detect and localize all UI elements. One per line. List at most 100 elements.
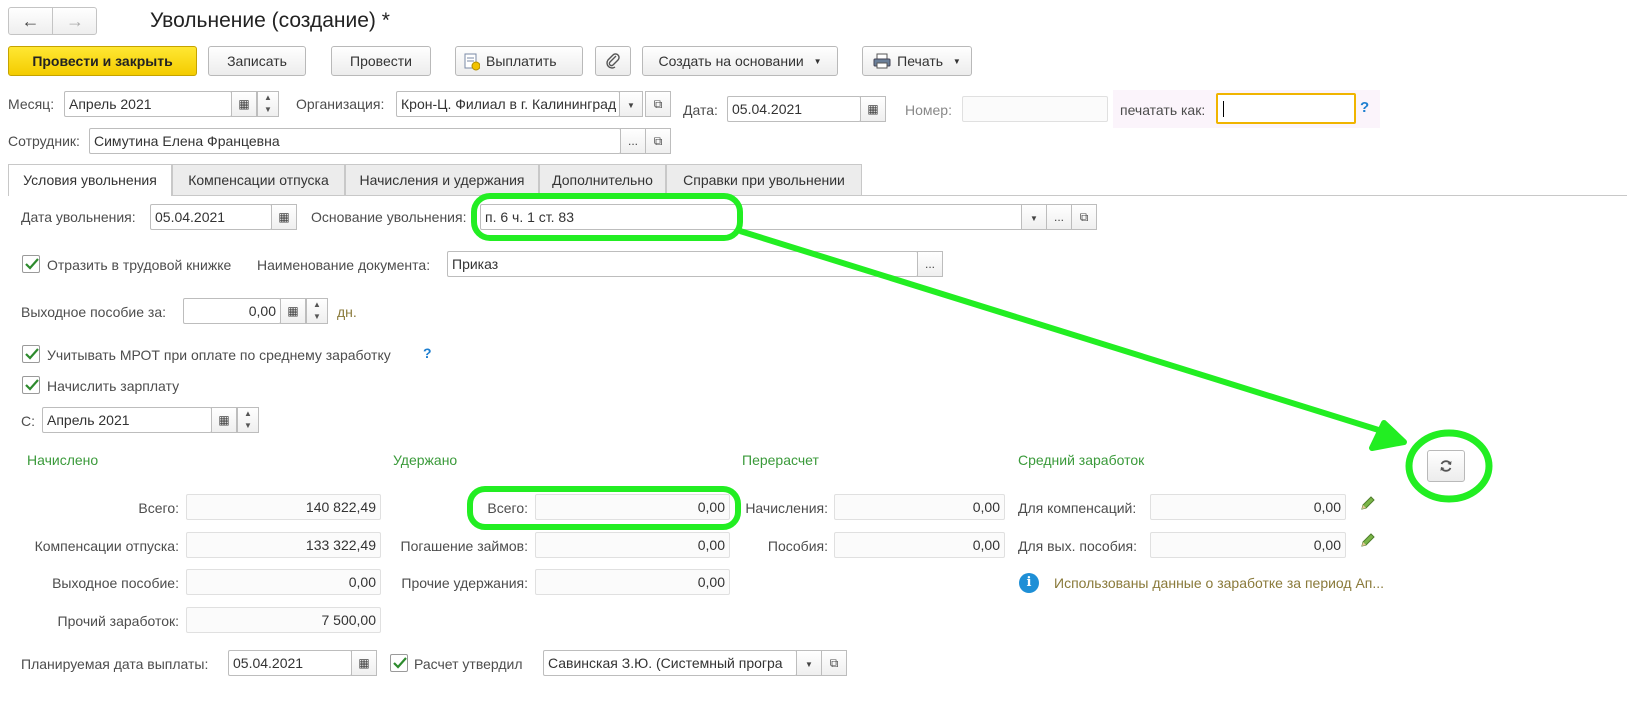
help-icon[interactable]: ? [423,345,432,361]
recalc-benefits-label: Пособия: [767,538,828,554]
print-as-label: печатать как: [1120,102,1206,118]
mrot-checkbox[interactable] [22,345,40,363]
spin-down-icon[interactable]: ▼ [238,420,258,432]
number-input[interactable] [962,96,1108,122]
accrued-vacation-comp-value: 133 322,49 [186,532,381,558]
dropdown-arrow-icon: ▼ [952,57,961,66]
tab-additional[interactable]: Дополнительно [539,164,666,195]
printer-icon [873,50,891,78]
pay-button-label: Выплатить [486,53,557,69]
spin-up-icon[interactable]: ▲ [238,408,258,420]
calculator-icon: ▦ [287,304,299,318]
organization-open-button[interactable]: ⧉ [645,91,671,117]
planned-date-label: Планируемая дата выплаты: [21,656,209,672]
dropdown-arrow-icon: ▼ [805,660,813,669]
month-input[interactable]: Апрель 2021 [64,91,232,117]
tab-dismissal-certificates[interactable]: Справки при увольнении [666,164,862,195]
accrued-vacation-comp-label: Компенсации отпуска: [34,538,179,554]
avg-earnings-info-link[interactable]: Использованы данные о заработке за перио… [1054,574,1384,592]
date-calendar-button[interactable]: ▦ [860,96,886,122]
reflect-in-workbook-checkbox[interactable] [22,255,40,273]
approved-by-dropdown-button[interactable]: ▼ [796,650,822,676]
from-spinner[interactable]: ▲ ▼ [237,407,259,433]
approved-by-checkbox[interactable] [390,654,408,672]
pencil-icon[interactable] [1359,494,1377,515]
tab-dismissal-conditions[interactable]: Условия увольнения [8,164,172,196]
open-window-icon: ⧉ [653,97,663,111]
month-calendar-button[interactable]: ▦ [231,91,257,117]
tab-accruals-deductions[interactable]: Начисления и удержания [345,164,539,195]
spin-down-icon[interactable]: ▼ [307,311,327,323]
planned-date-input[interactable]: 05.04.2021 [228,650,352,676]
tab-vacation-compensation[interactable]: Компенсации отпуска [172,164,345,195]
dropdown-arrow-icon: ▼ [627,101,635,110]
dismissal-date-label: Дата увольнения: [21,209,136,225]
help-icon[interactable]: ? [1360,99,1369,116]
accrued-section-title: Начислено [27,452,99,468]
severance-label: Выходное пособие за: [21,304,167,320]
print-button[interactable]: Печать ▼ [862,46,972,76]
withheld-loans-label: Погашение займов: [400,538,528,554]
approved-by-label: Расчет утвердил [414,656,523,672]
open-window-icon: ⧉ [653,134,663,148]
planned-date-calendar-button[interactable]: ▦ [351,650,377,676]
employee-open-button[interactable]: ⧉ [645,128,671,154]
severance-calc-button[interactable]: ▦ [280,298,306,324]
organization-dropdown-button[interactable]: ▼ [619,91,643,117]
create-based-on-button[interactable]: Создать на основании ▼ [642,46,838,76]
avg-earnings-section-title: Средний заработок [1018,452,1145,468]
dismissal-date-calendar-button[interactable]: ▦ [271,204,297,230]
accrue-salary-label: Начислить зарплату [47,378,180,394]
date-input[interactable]: 05.04.2021 [727,96,861,122]
withheld-loans-value: 0,00 [535,532,730,558]
dismissal-basis-select-button[interactable]: ... [1046,204,1072,230]
tab-strip-line [8,195,1627,196]
refresh-button[interactable] [1427,450,1465,482]
from-calendar-button[interactable]: ▦ [211,407,237,433]
severance-days-input[interactable]: 0,00 [183,298,281,324]
severance-spinner[interactable]: ▲ ▼ [306,298,328,324]
from-month-input[interactable]: Апрель 2021 [42,407,212,433]
accrue-salary-checkbox[interactable] [22,376,40,394]
checkmark-icon [393,657,407,669]
create-based-on-label: Создать на основании [658,53,804,69]
print-as-input[interactable] [1216,93,1356,124]
dropdown-arrow-icon: ▼ [1030,214,1038,223]
recalc-accruals-label: Начисления: [745,500,828,516]
employee-input[interactable]: Симутина Елена Францевна [89,128,621,154]
calendar-icon: ▦ [218,413,230,427]
document-name-input[interactable]: Приказ [447,251,918,277]
post-and-close-button[interactable]: Провести и закрыть [8,46,197,76]
dropdown-arrow-icon: ▼ [813,57,822,66]
dismissal-basis-input[interactable]: п. 6 ч. 1 ст. 83 [480,204,1047,230]
text-cursor [1223,101,1224,117]
post-button[interactable]: Провести [331,46,431,76]
paperclip-icon [605,50,621,78]
mrot-label: Учитывать МРОТ при оплате по среднему за… [47,347,391,363]
dismissal-date-input[interactable]: 05.04.2021 [150,204,272,230]
save-button[interactable]: Записать [208,46,306,76]
approved-by-open-button[interactable]: ⧉ [821,650,847,676]
approved-by-input[interactable]: Савинская З.Ю. (Системный програ [543,650,797,676]
spin-up-icon[interactable]: ▲ [307,299,327,311]
open-window-icon: ⧉ [1079,210,1089,224]
pay-button[interactable]: Выплатить [455,46,583,76]
attachment-button[interactable] [595,46,631,76]
dismissal-basis-open-button[interactable]: ⧉ [1071,204,1097,230]
organization-input[interactable]: Крон-Ц. Филиал в г. Калининград [396,91,620,117]
employee-select-button[interactable]: ... [620,128,646,154]
pencil-icon[interactable] [1359,531,1377,552]
month-spinner[interactable]: ▲ ▼ [257,91,279,117]
back-arrow-icon[interactable]: ← [9,8,53,34]
document-name-select-button[interactable]: ... [917,251,943,277]
spin-down-icon[interactable]: ▼ [258,104,278,116]
accrued-severance-value: 0,00 [186,569,381,595]
employee-label: Сотрудник: [8,133,80,149]
from-label: С: [21,413,35,429]
accrued-other-value: 7 500,00 [186,607,381,633]
spin-up-icon[interactable]: ▲ [258,92,278,104]
recalc-benefits-value: 0,00 [834,532,1005,558]
dismissal-basis-dropdown-button[interactable]: ▼ [1021,204,1047,230]
forward-arrow-icon[interactable]: → [53,8,97,34]
withheld-other-label: Прочие удержания: [401,575,528,591]
